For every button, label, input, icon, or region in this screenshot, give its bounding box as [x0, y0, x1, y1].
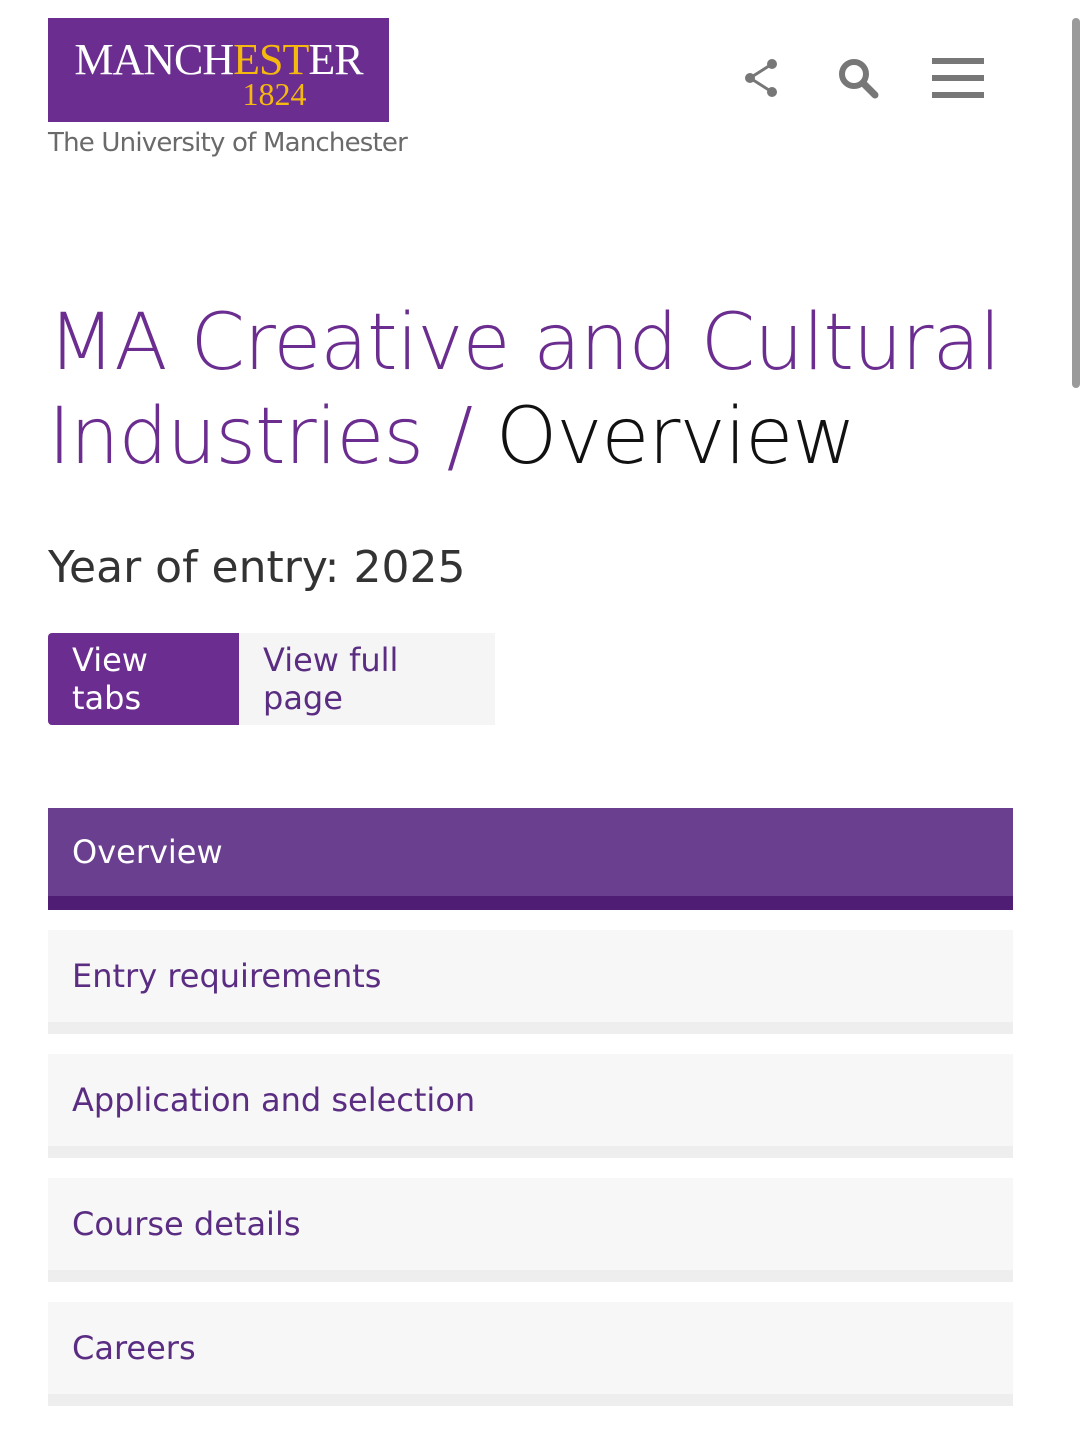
- section-tabs: Overview Entry requirements Application …: [48, 808, 1013, 1426]
- logo-year: 1824: [242, 76, 307, 112]
- menu-icon: [932, 58, 984, 98]
- tab-course-details[interactable]: Course details: [48, 1178, 1013, 1282]
- title-separator: /: [422, 392, 496, 482]
- share-button[interactable]: [736, 52, 788, 104]
- site-header: MANCHESTER 1824 The University of Manche…: [48, 18, 1048, 168]
- view-toggle: View tabs View full page: [48, 633, 495, 725]
- tab-entry-requirements[interactable]: Entry requirements: [48, 930, 1013, 1034]
- tab-careers[interactable]: Careers: [48, 1302, 1013, 1406]
- menu-button[interactable]: [932, 52, 984, 104]
- university-logo[interactable]: MANCHESTER 1824: [48, 18, 389, 122]
- year-of-entry: Year of entry: 2025: [48, 542, 466, 593]
- view-tabs-button[interactable]: View tabs: [48, 633, 239, 725]
- search-icon: [839, 59, 879, 99]
- page-title: MA Creative and Cultural Industries / Ov…: [48, 296, 1038, 484]
- logo-wordmark: MANCHESTER: [74, 35, 363, 84]
- share-icon: [745, 59, 777, 97]
- search-button[interactable]: [832, 52, 884, 104]
- current-section: Overview: [495, 392, 856, 482]
- tab-overview[interactable]: Overview: [48, 808, 1013, 910]
- logo-caption: The University of Manchester: [48, 128, 408, 158]
- view-full-page-button[interactable]: View full page: [239, 633, 495, 725]
- page-scrollbar[interactable]: [1072, 18, 1080, 388]
- tab-application-and-selection[interactable]: Application and selection: [48, 1054, 1013, 1158]
